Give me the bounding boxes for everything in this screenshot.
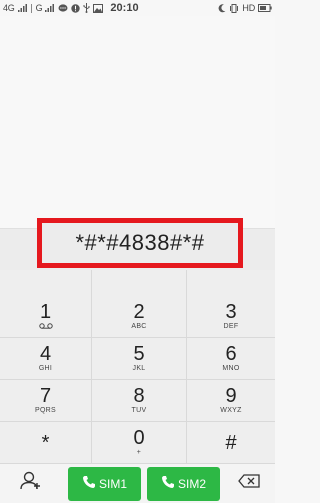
key-3-letters: DEF [223,323,239,330]
signal-icon-2 [45,4,55,12]
key-0-digit: 0 [133,427,145,449]
key-9-digit: 9 [225,385,237,407]
key-3-digit: 3 [225,301,237,323]
key-8-digit: 8 [133,385,145,407]
number-display[interactable]: *#*#4838#*# [37,218,243,268]
dialed-number: *#*#4838#*# [75,230,205,255]
key-5-letters: JKL [132,365,146,372]
vibrate-icon [229,3,239,13]
key-0-letters: + [136,449,142,456]
key-5-digit: 5 [133,343,145,365]
key-9[interactable]: 9 WXYZ [187,380,275,422]
sim2-network-type: G [35,3,43,13]
key-0[interactable]: 0 + [92,422,187,464]
sim2-label: SIM2 [177,476,206,491]
phone-icon [161,475,175,492]
add-contact-button[interactable] [0,464,62,503]
key-2-digit: 2 [133,301,145,323]
chat-icon [58,3,68,13]
key-star-symbol: * [41,431,50,454]
image-icon [93,3,104,13]
key-7-letters: PQRS [34,407,57,414]
hd-voice-label: HD [242,3,255,13]
call-log-area [0,16,275,228]
key-6[interactable]: 6 MNO [187,338,275,380]
key-2[interactable]: 2 ABC [92,270,187,338]
phone-icon [82,475,96,492]
key-1[interactable]: 1 [0,270,92,338]
key-4[interactable]: 4 GHI [0,338,92,380]
call-sim2-button[interactable]: SIM2 [147,466,220,501]
do-not-disturb-icon [218,3,226,13]
backspace-button[interactable] [224,464,274,503]
key-6-digit: 6 [225,343,237,365]
backspace-icon [238,474,260,493]
dialer-action-bar: SIM1 SIM2 [0,464,275,503]
add-contact-icon [20,471,42,496]
key-3[interactable]: 3 DEF [187,270,275,338]
status-bar: 4G G 20:10 HD [0,0,275,16]
key-hash-symbol: # [225,431,237,454]
key-8-letters: TUV [131,407,147,414]
alert-icon [71,3,81,13]
battery-icon [258,4,272,12]
status-right: HD [218,3,272,13]
key-9-letters: WXYZ [220,407,242,414]
key-7-digit: 7 [39,385,52,407]
key-1-digit: 1 [39,301,52,323]
key-7[interactable]: 7 PQRS [0,380,92,422]
key-4-letters: GHI [38,365,53,372]
signal-icon [17,4,28,12]
divider-icon [30,3,33,13]
sim1-network-type: 4G [3,3,15,13]
call-sim1-button[interactable]: SIM1 [68,466,141,501]
key-5[interactable]: 5 JKL [92,338,187,380]
key-hash[interactable]: # [187,422,275,464]
key-8[interactable]: 8 TUV [92,380,187,422]
status-time: 20:10 [110,2,139,14]
status-left: 4G G 20:10 [3,2,139,14]
sim1-label: SIM1 [98,476,127,491]
dialer-screen: 4G G 20:10 HD *#*#4838#*# 1 2 ABC 3 DEF … [0,0,275,503]
usb-icon [83,3,90,13]
voicemail-icon [38,323,53,331]
keypad-grid: 1 2 ABC 3 DEF 4 GHI 5 JKL 6 MNO 7 PQRS 8… [0,270,275,464]
key-6-letters: MNO [222,365,240,372]
key-2-letters: ABC [131,323,147,330]
key-4-digit: 4 [39,343,52,365]
key-star[interactable]: * [0,422,92,464]
